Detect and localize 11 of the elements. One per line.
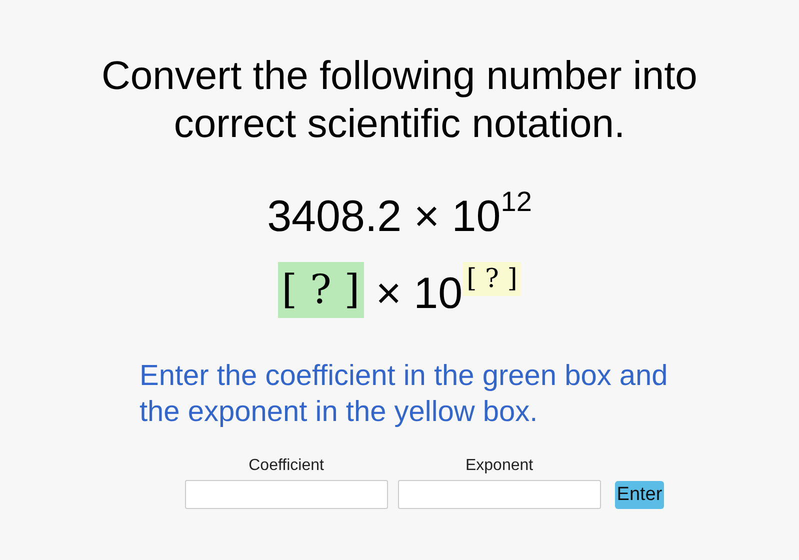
field-label: Coefficient: [248, 456, 324, 476]
instruction-text: Enter the coefficient in the green box and the exponent in the yellow box.: [140, 359, 669, 430]
field-label: Exponent: [465, 456, 534, 476]
coefficient-slot: [ ? ]: [278, 262, 364, 318]
input-field[interactable]: [184, 480, 388, 509]
times-ten: × 10: [376, 268, 463, 320]
input-field[interactable]: [398, 480, 601, 509]
enter-button[interactable]: Enter: [614, 481, 664, 509]
given-number: 3408.2 × 10$^{12}$: [267, 185, 532, 243]
question-text: Convert the following number into correct scientific notation.: [100, 53, 698, 148]
exponent-slot: [ ? ]: [462, 262, 522, 296]
